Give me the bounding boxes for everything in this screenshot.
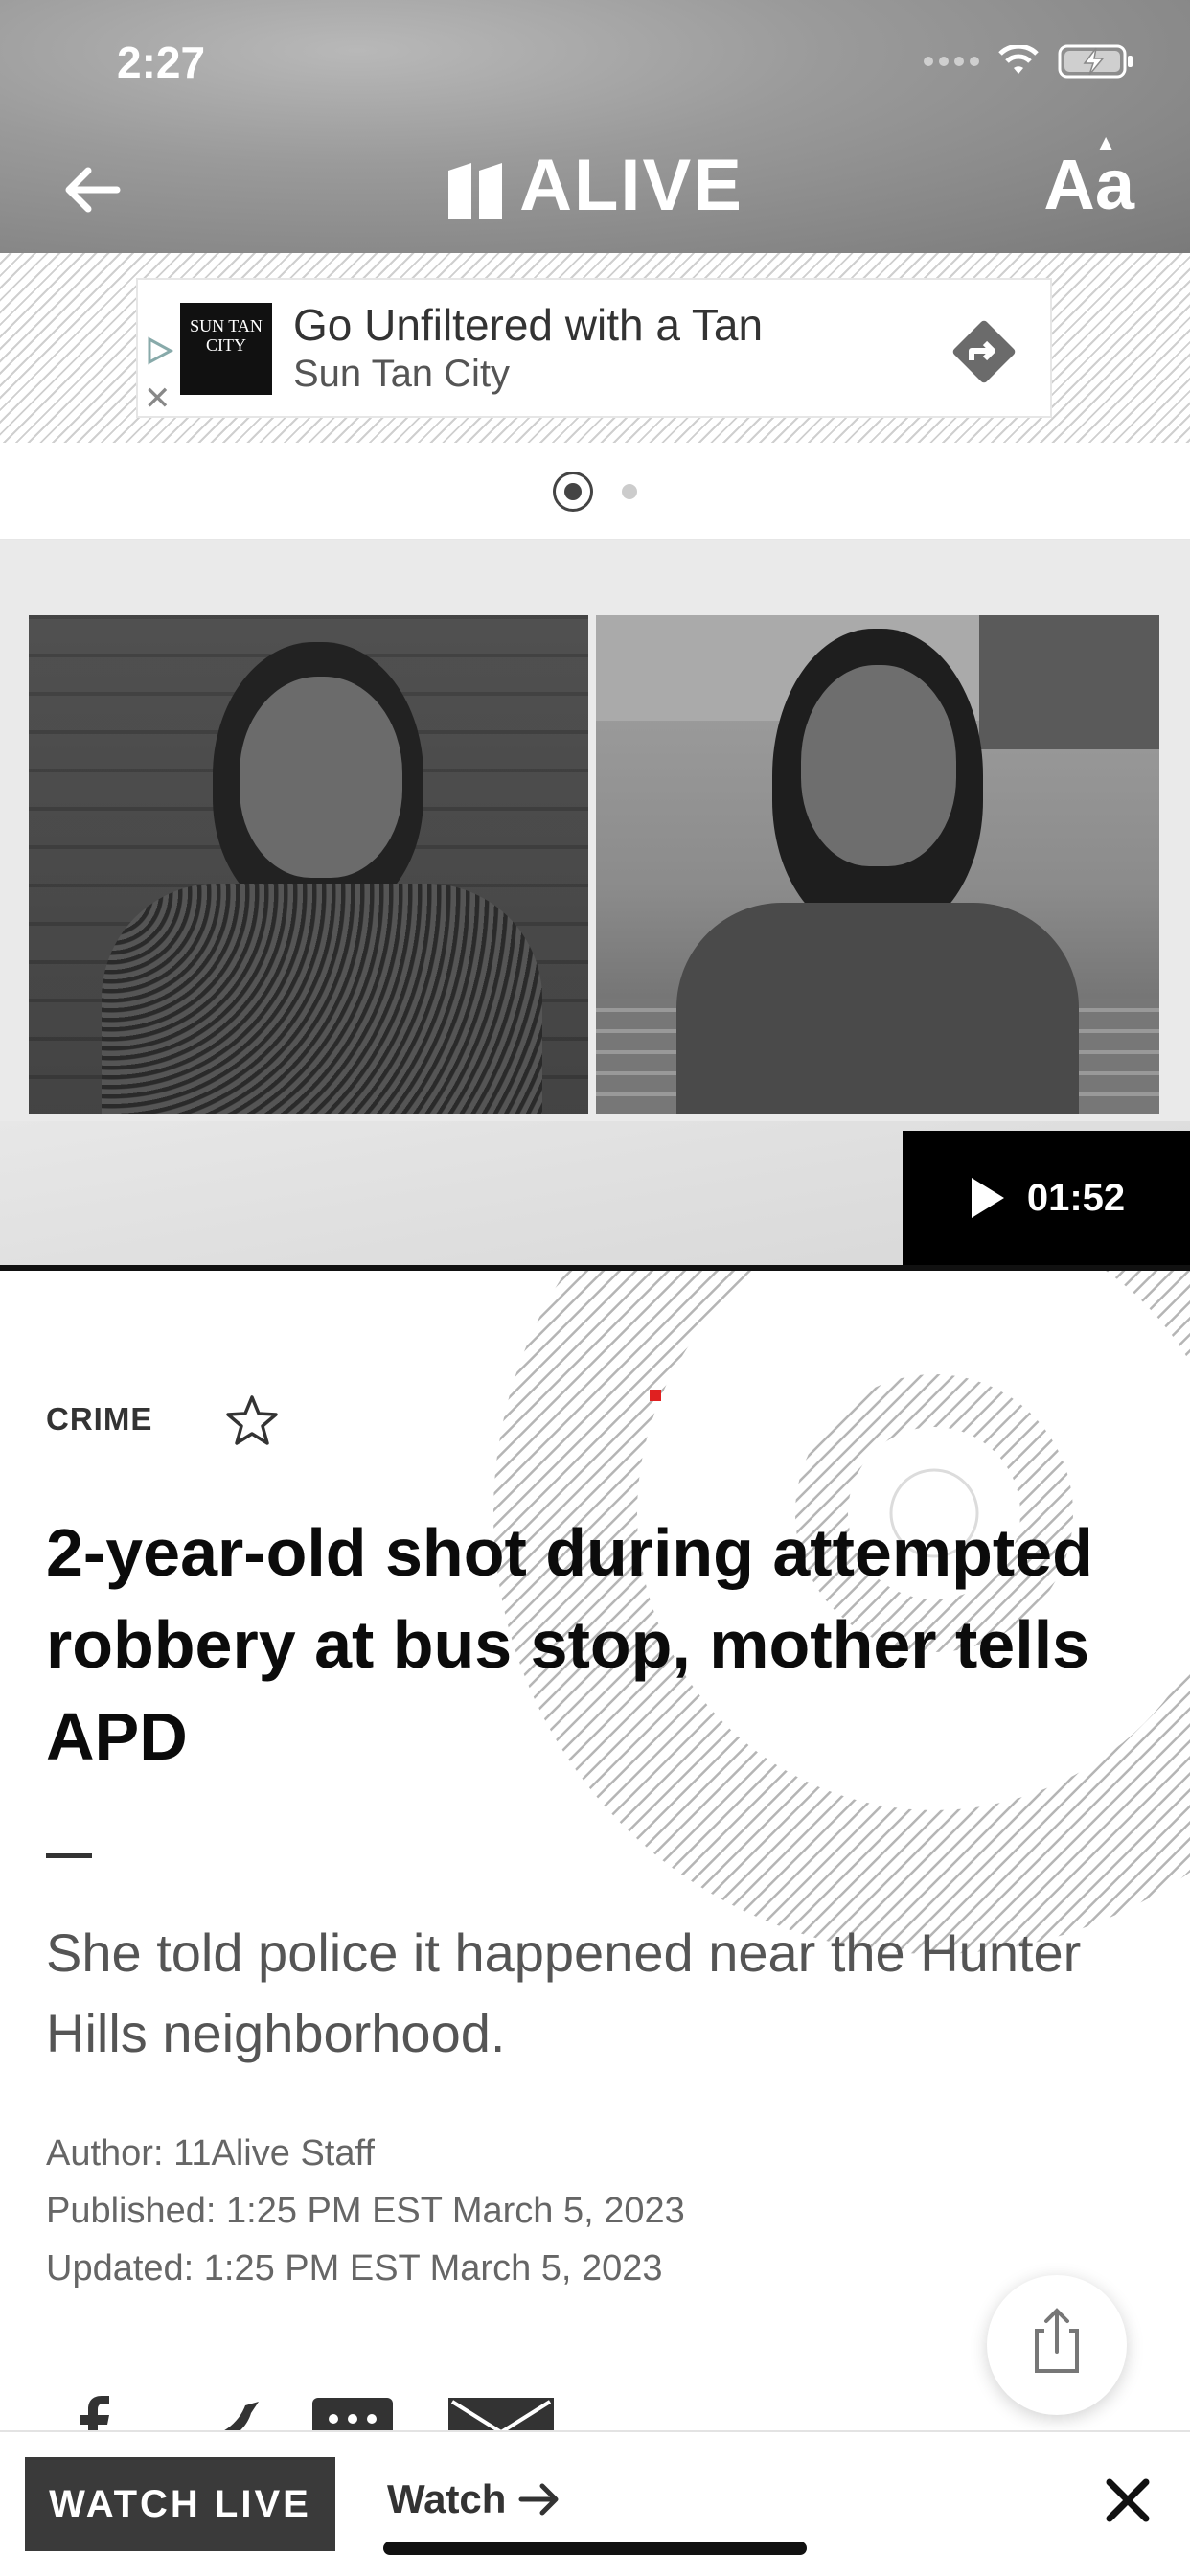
- text-size-label: Aa: [1043, 145, 1134, 224]
- caret-up-icon: ▲: [1094, 130, 1117, 156]
- ad-title: Go Unfiltered with a Tan: [293, 300, 764, 350]
- carousel-dot[interactable]: [622, 484, 637, 499]
- directions-icon[interactable]: [943, 310, 1025, 393]
- ad-close-icon[interactable]: ✕: [144, 380, 172, 418]
- home-indicator: [383, 2542, 807, 2555]
- close-icon[interactable]: [1102, 2474, 1154, 2526]
- video-thumbnail-right: [596, 615, 1159, 1114]
- ad-logo: SUN TAN CITY: [180, 303, 272, 395]
- play-button[interactable]: 01:52: [903, 1131, 1190, 1265]
- cellular-signal-icon: [924, 57, 979, 66]
- status-time: 2:27: [117, 37, 206, 87]
- watch-link[interactable]: Watch: [387, 2476, 561, 2522]
- battery-charging-icon: [1058, 44, 1133, 79]
- status-icons: [924, 42, 1134, 80]
- share-icon: [1035, 2308, 1079, 2373]
- headline-divider: [46, 1853, 92, 1858]
- eleven-logo-icon: [448, 162, 503, 218]
- wifi-icon: [998, 45, 1039, 74]
- ad-choices-icon[interactable]: [142, 334, 176, 368]
- arrow-right-icon: [518, 2483, 559, 2516]
- twitter-icon[interactable]: [167, 2398, 263, 2430]
- play-icon: [971, 1178, 1004, 1218]
- brand-logo: ALIVE: [0, 144, 1190, 227]
- facebook-icon[interactable]: [65, 2396, 123, 2430]
- ad-card[interactable]: ✕ SUN TAN CITY Go Unfiltered with a Tan …: [136, 278, 1052, 418]
- email-icon[interactable]: [448, 2398, 554, 2430]
- share-button[interactable]: [987, 2275, 1127, 2415]
- article-headline: 2-year-old shot during attempted robbery…: [46, 1515, 1093, 1774]
- article-updated: Updated: 1:25 PM EST March 5, 2023: [46, 2248, 663, 2288]
- video-thumbnail-left: [29, 615, 588, 1114]
- bookmark-star-icon[interactable]: [224, 1393, 280, 1447]
- carousel-dot-active[interactable]: [553, 472, 593, 512]
- app-header: 2:27 ALIVE Aa ▲: [0, 0, 1190, 253]
- watch-live-button[interactable]: WATCH LIVE: [25, 2457, 335, 2551]
- article-published: Published: 1:25 PM EST March 5, 2023: [46, 2191, 685, 2231]
- video-duration: 01:52: [1026, 1176, 1126, 1219]
- article-author: Author: 11Alive Staff: [46, 2133, 375, 2174]
- text-size-button[interactable]: Aa ▲: [1043, 130, 1134, 225]
- watch-link-label: Watch: [387, 2476, 507, 2521]
- article-category[interactable]: CRIME: [46, 1401, 152, 1438]
- ad-advertiser: Sun Tan City: [293, 353, 511, 395]
- carousel-indicator: [0, 470, 1190, 514]
- social-share-row: [46, 2386, 583, 2430]
- article-summary: She told police it happened near the Hun…: [46, 1922, 1082, 2063]
- brand-name: ALIVE: [519, 145, 744, 226]
- more-options-icon[interactable]: [312, 2398, 393, 2430]
